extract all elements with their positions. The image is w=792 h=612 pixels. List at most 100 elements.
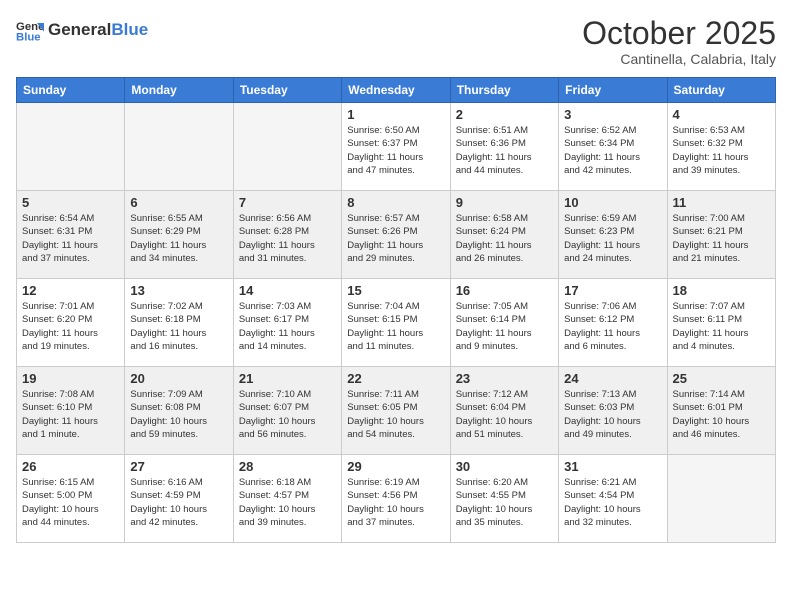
calendar-cell: 14 Sunrise: 7:03 AM Sunset: 6:17 PM Dayli… — [233, 279, 341, 367]
day-info: Sunrise: 7:12 AM Sunset: 6:04 PM Dayligh… — [456, 388, 553, 441]
day-info: Sunrise: 6:18 AM Sunset: 4:57 PM Dayligh… — [239, 476, 336, 529]
day-info: Sunrise: 6:51 AM Sunset: 6:36 PM Dayligh… — [456, 124, 553, 177]
day-number: 12 — [22, 283, 119, 298]
day-number: 22 — [347, 371, 444, 386]
calendar-cell: 4Sunrise: 6:53 AM Sunset: 6:32 PM Daylig… — [667, 103, 775, 191]
day-info: Sunrise: 7:01 AM Sunset: 6:20 PM Dayligh… — [22, 300, 119, 353]
day-number: 5 — [22, 195, 119, 210]
calendar-cell: 17 Sunrise: 7:06 AM Sunset: 6:12 PM Dayli… — [559, 279, 667, 367]
day-info: Sunrise: 6:58 AM Sunset: 6:24 PM Dayligh… — [456, 212, 553, 265]
calendar-cell: 13Sunrise: 7:02 AM Sunset: 6:18 PM Dayli… — [125, 279, 233, 367]
calendar-cell: 8Sunrise: 6:57 AM Sunset: 6:26 PM Daylig… — [342, 191, 450, 279]
day-number: 28 — [239, 459, 336, 474]
calendar-cell — [17, 103, 125, 191]
calendar-cell: 1 Sunrise: 6:50 AM Sunset: 6:37 PM Daylig… — [342, 103, 450, 191]
day-number: 7 — [239, 195, 336, 210]
day-info: Sunrise: 6:21 AM Sunset: 4:54 PM Dayligh… — [564, 476, 661, 529]
logo-blue-text: Blue — [111, 20, 148, 40]
day-number: 13 — [130, 283, 227, 298]
day-number: 26 — [22, 459, 119, 474]
calendar-week-row: 19 Sunrise: 7:08 AM Sunset: 6:10 PM Dayli… — [17, 367, 776, 455]
col-header-monday: Monday — [125, 78, 233, 103]
calendar-cell — [667, 455, 775, 543]
calendar-cell: 9 Sunrise: 6:58 AM Sunset: 6:24 PM Daylig… — [450, 191, 558, 279]
day-info: Sunrise: 6:54 AM Sunset: 6:31 PM Dayligh… — [22, 212, 119, 265]
day-number: 31 — [564, 459, 661, 474]
calendar-week-row: 1 Sunrise: 6:50 AM Sunset: 6:37 PM Daylig… — [17, 103, 776, 191]
day-info: Sunrise: 6:16 AM Sunset: 4:59 PM Dayligh… — [130, 476, 227, 529]
day-info: Sunrise: 6:19 AM Sunset: 4:56 PM Dayligh… — [347, 476, 444, 529]
col-header-thursday: Thursday — [450, 78, 558, 103]
calendar-week-row: 12 Sunrise: 7:01 AM Sunset: 6:20 PM Dayli… — [17, 279, 776, 367]
day-info: Sunrise: 7:00 AM Sunset: 6:21 PM Dayligh… — [673, 212, 770, 265]
calendar-cell: 10 Sunrise: 6:59 AM Sunset: 6:23 PM Dayli… — [559, 191, 667, 279]
calendar-cell: 28 Sunrise: 6:18 AM Sunset: 4:57 PM Dayli… — [233, 455, 341, 543]
svg-text:Blue: Blue — [16, 32, 41, 44]
day-info: Sunrise: 6:20 AM Sunset: 4:55 PM Dayligh… — [456, 476, 553, 529]
day-info: Sunrise: 7:06 AM Sunset: 6:12 PM Dayligh… — [564, 300, 661, 353]
calendar-cell: 15Sunrise: 7:04 AM Sunset: 6:15 PM Dayli… — [342, 279, 450, 367]
day-number: 30 — [456, 459, 553, 474]
calendar-cell: 2Sunrise: 6:51 AM Sunset: 6:36 PM Daylig… — [450, 103, 558, 191]
calendar-cell: 20Sunrise: 7:09 AM Sunset: 6:08 PM Dayli… — [125, 367, 233, 455]
location-subtitle: Cantinella, Calabria, Italy — [582, 51, 776, 67]
day-info: Sunrise: 7:03 AM Sunset: 6:17 PM Dayligh… — [239, 300, 336, 353]
day-number: 20 — [130, 371, 227, 386]
calendar-cell — [125, 103, 233, 191]
day-info: Sunrise: 7:14 AM Sunset: 6:01 PM Dayligh… — [673, 388, 770, 441]
day-info: Sunrise: 7:04 AM Sunset: 6:15 PM Dayligh… — [347, 300, 444, 353]
day-number: 16 — [456, 283, 553, 298]
col-header-sunday: Sunday — [17, 78, 125, 103]
calendar-cell: 3Sunrise: 6:52 AM Sunset: 6:34 PM Daylig… — [559, 103, 667, 191]
day-number: 21 — [239, 371, 336, 386]
day-info: Sunrise: 6:56 AM Sunset: 6:28 PM Dayligh… — [239, 212, 336, 265]
calendar-cell: 26 Sunrise: 6:15 AM Sunset: 5:00 PM Dayli… — [17, 455, 125, 543]
day-number: 14 — [239, 283, 336, 298]
day-info: Sunrise: 6:59 AM Sunset: 6:23 PM Dayligh… — [564, 212, 661, 265]
day-info: Sunrise: 7:11 AM Sunset: 6:05 PM Dayligh… — [347, 388, 444, 441]
col-header-tuesday: Tuesday — [233, 78, 341, 103]
day-info: Sunrise: 6:57 AM Sunset: 6:26 PM Dayligh… — [347, 212, 444, 265]
day-info: Sunrise: 6:55 AM Sunset: 6:29 PM Dayligh… — [130, 212, 227, 265]
calendar-cell: 31 Sunrise: 6:21 AM Sunset: 4:54 PM Dayli… — [559, 455, 667, 543]
calendar-cell: 29 Sunrise: 6:19 AM Sunset: 4:56 PM Dayli… — [342, 455, 450, 543]
calendar-week-row: 26 Sunrise: 6:15 AM Sunset: 5:00 PM Dayli… — [17, 455, 776, 543]
day-info: Sunrise: 7:08 AM Sunset: 6:10 PM Dayligh… — [22, 388, 119, 441]
day-info: Sunrise: 7:13 AM Sunset: 6:03 PM Dayligh… — [564, 388, 661, 441]
title-block: October 2025 Cantinella, Calabria, Italy — [582, 16, 776, 67]
day-number: 17 — [564, 283, 661, 298]
calendar-cell: 11 Sunrise: 7:00 AM Sunset: 6:21 PM Dayli… — [667, 191, 775, 279]
calendar-cell: 21 Sunrise: 7:10 AM Sunset: 6:07 PM Dayli… — [233, 367, 341, 455]
day-info: Sunrise: 7:10 AM Sunset: 6:07 PM Dayligh… — [239, 388, 336, 441]
calendar-cell: 6 Sunrise: 6:55 AM Sunset: 6:29 PM Daylig… — [125, 191, 233, 279]
day-info: Sunrise: 7:05 AM Sunset: 6:14 PM Dayligh… — [456, 300, 553, 353]
month-title: October 2025 — [582, 16, 776, 51]
col-header-wednesday: Wednesday — [342, 78, 450, 103]
day-info: Sunrise: 6:52 AM Sunset: 6:34 PM Dayligh… — [564, 124, 661, 177]
day-number: 6 — [130, 195, 227, 210]
day-number: 29 — [347, 459, 444, 474]
day-info: Sunrise: 7:07 AM Sunset: 6:11 PM Dayligh… — [673, 300, 770, 353]
calendar-cell: 22 Sunrise: 7:11 AM Sunset: 6:05 PM Dayli… — [342, 367, 450, 455]
page-header: General Blue General Blue October 2025 C… — [16, 16, 776, 67]
day-number: 27 — [130, 459, 227, 474]
day-info: Sunrise: 6:15 AM Sunset: 5:00 PM Dayligh… — [22, 476, 119, 529]
day-number: 11 — [673, 195, 770, 210]
calendar-header-row: SundayMondayTuesdayWednesdayThursdayFrid… — [17, 78, 776, 103]
day-number: 23 — [456, 371, 553, 386]
day-number: 19 — [22, 371, 119, 386]
day-number: 1 — [347, 107, 444, 122]
day-number: 9 — [456, 195, 553, 210]
calendar-cell: 18Sunrise: 7:07 AM Sunset: 6:11 PM Dayli… — [667, 279, 775, 367]
calendar-cell: 12 Sunrise: 7:01 AM Sunset: 6:20 PM Dayli… — [17, 279, 125, 367]
calendar-table: SundayMondayTuesdayWednesdayThursdayFrid… — [16, 77, 776, 543]
day-number: 10 — [564, 195, 661, 210]
calendar-cell: 16 Sunrise: 7:05 AM Sunset: 6:14 PM Dayli… — [450, 279, 558, 367]
calendar-cell: 7 Sunrise: 6:56 AM Sunset: 6:28 PM Daylig… — [233, 191, 341, 279]
col-header-saturday: Saturday — [667, 78, 775, 103]
day-info: Sunrise: 6:53 AM Sunset: 6:32 PM Dayligh… — [673, 124, 770, 177]
logo-general-text: General — [48, 20, 111, 40]
logo-icon: General Blue — [16, 16, 44, 44]
day-info: Sunrise: 6:50 AM Sunset: 6:37 PM Dayligh… — [347, 124, 444, 177]
col-header-friday: Friday — [559, 78, 667, 103]
